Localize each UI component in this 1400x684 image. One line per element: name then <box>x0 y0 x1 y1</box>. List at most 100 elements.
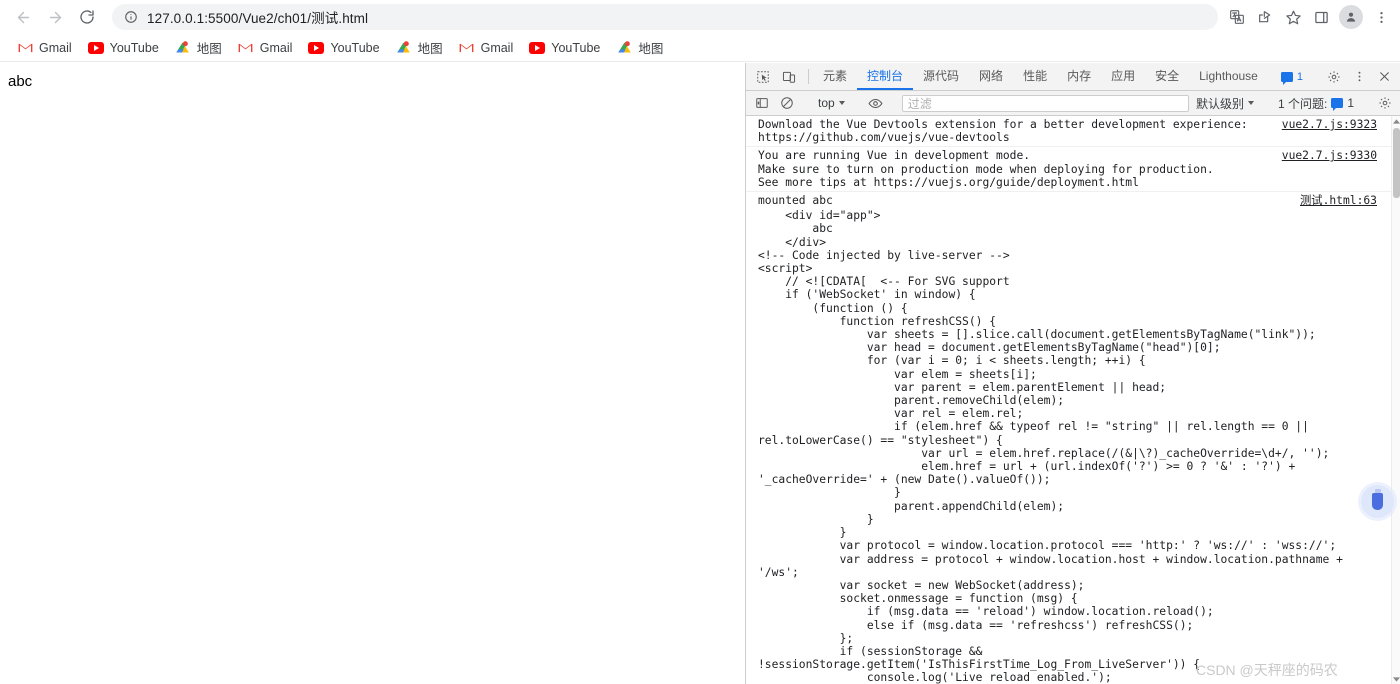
bookmark-label: Gmail <box>259 40 293 55</box>
bookmark-label: Gmail <box>39 40 72 55</box>
translate-icon[interactable] <box>1224 4 1250 30</box>
console-scroll-viewport: Download the Vue Devtools extension for … <box>746 116 1391 684</box>
console-message-source[interactable]: vue2.7.js:9323 <box>1282 118 1391 131</box>
bookmark-label: YouTube <box>109 40 159 55</box>
message-badge-icon <box>1280 71 1293 85</box>
devtools-tabbar: 元素 控制台 源代码 网络 性能 内存 应用 安全 Lighthouse » 1 <box>746 63 1400 91</box>
youtube-icon <box>529 40 546 56</box>
browser-actions <box>1224 4 1400 30</box>
scroll-up-icon[interactable] <box>1392 116 1400 126</box>
youtube-icon <box>87 40 104 56</box>
console-settings-gear-icon[interactable] <box>1374 92 1396 114</box>
bookmark-label: Gmail <box>480 40 514 55</box>
chevron-down-icon <box>838 101 845 105</box>
bookmark-label: 地图 <box>196 42 222 56</box>
maps-icon <box>396 40 412 56</box>
tab-performance[interactable]: 性能 <box>1013 63 1057 90</box>
tab-sources[interactable]: 源代码 <box>913 63 969 90</box>
message-badge-icon <box>1331 98 1344 111</box>
bookmark-item[interactable]: YouTube <box>301 37 386 59</box>
more-tabs-icon[interactable]: » <box>1268 63 1277 90</box>
devtools-more-options-icon[interactable] <box>1348 66 1370 88</box>
bookmark-star-icon[interactable] <box>1280 4 1306 30</box>
console-issues-counter[interactable]: 1 个问题: 1 <box>1273 95 1359 112</box>
maps-icon <box>175 40 191 56</box>
live-expression-eye-icon[interactable] <box>865 92 887 114</box>
console-message-text: mounted abc <box>758 194 833 208</box>
gmail-icon <box>17 40 33 56</box>
side-panel-icon[interactable] <box>1308 4 1334 30</box>
tab-security[interactable]: 安全 <box>1145 63 1189 90</box>
back-button[interactable] <box>8 2 38 32</box>
scrollbar-thumb[interactable] <box>1393 128 1400 198</box>
bookmark-item[interactable]: Gmail <box>10 37 79 59</box>
bookmark-item[interactable]: Gmail <box>231 37 300 59</box>
site-info-icon[interactable] <box>124 10 138 24</box>
issues-badge[interactable]: 1 <box>1276 70 1308 85</box>
reload-button[interactable] <box>72 2 102 32</box>
bookmark-label: 地图 <box>417 42 443 56</box>
forward-button[interactable] <box>40 2 70 32</box>
console-issues-label: 1 个问题: <box>1277 96 1328 111</box>
share-icon[interactable] <box>1252 4 1278 30</box>
console-context-selector[interactable]: top <box>813 96 850 110</box>
console-message-text: You are running Vue in development mode.… <box>758 149 1214 189</box>
bookmarks-bar: Gmail YouTube 地图 Gmail YouTube 地图 Gmail … <box>0 34 1400 62</box>
maps-icon <box>616 40 632 56</box>
browser-toolbar: 127.0.0.1:5500/Vue2/ch01/测试.html <box>0 0 1400 34</box>
console-message-source[interactable]: 测试.html:63 <box>1300 194 1391 207</box>
tab-network[interactable]: 网络 <box>969 63 1013 90</box>
console-message[interactable]: Download the Vue Devtools extension for … <box>746 116 1391 148</box>
page-body-text: abc <box>8 73 33 90</box>
devtools-tabbar-actions: 1 <box>1276 63 1400 90</box>
usb-drive-icon <box>1372 489 1383 510</box>
gmail-icon <box>459 40 475 56</box>
address-bar-url[interactable]: 127.0.0.1:5500/Vue2/ch01/测试.html <box>147 7 368 27</box>
console-message-source[interactable]: vue2.7.js:9330 <box>1282 149 1391 162</box>
console-toolbar: top 过滤 默认级别 1 个问题: 1 <box>746 91 1400 116</box>
device-toolbar-icon[interactable] <box>778 66 800 88</box>
console-log-level-selector[interactable]: 默认级别 <box>1192 95 1258 112</box>
bookmark-item[interactable]: Gmail <box>452 37 521 59</box>
divider <box>808 69 809 84</box>
console-context-value: top <box>818 96 835 110</box>
console-filter-input[interactable]: 过滤 <box>901 94 1189 112</box>
chrome-menu-icon[interactable] <box>1368 4 1394 30</box>
devtools-close-icon[interactable] <box>1373 66 1395 88</box>
bookmark-label: YouTube <box>330 40 380 55</box>
usb-helper-widget[interactable] <box>1361 485 1394 518</box>
scroll-down-icon[interactable] <box>1392 674 1400 684</box>
console-scrollbar[interactable] <box>1391 116 1400 684</box>
bookmark-item[interactable]: 地图 <box>609 35 670 60</box>
console-message[interactable]: You are running Vue in development mode.… <box>746 147 1391 193</box>
bookmark-item[interactable]: YouTube <box>81 37 166 59</box>
console-log-level-value: 默认级别 <box>1195 96 1244 111</box>
clear-console-icon[interactable] <box>776 92 798 114</box>
tab-memory[interactable]: 内存 <box>1057 63 1101 90</box>
console-message[interactable]: mounted abc 测试.html:63 <box>746 192 1391 209</box>
devtools-settings-gear-icon[interactable] <box>1323 66 1345 88</box>
bookmark-label: 地图 <box>638 42 664 56</box>
page-viewport: abc <box>0 63 744 684</box>
bookmark-item[interactable]: YouTube <box>522 37 607 59</box>
console-logged-html-dump: <div id="app"> abc </div> <!-- Code inje… <box>758 209 1343 684</box>
inspect-element-icon[interactable] <box>752 66 774 88</box>
browser-window: 127.0.0.1:5500/Vue2/ch01/测试.html Gmail Y… <box>0 0 1400 684</box>
youtube-icon <box>308 40 325 56</box>
console-message-text: Download the Vue Devtools extension for … <box>758 118 1248 145</box>
profile-avatar[interactable] <box>1339 5 1363 29</box>
address-bar[interactable]: 127.0.0.1:5500/Vue2/ch01/测试.html <box>112 4 1218 30</box>
tab-elements[interactable]: 元素 <box>813 63 857 90</box>
navigation-buttons <box>0 2 102 32</box>
tab-console[interactable]: 控制台 <box>857 63 914 90</box>
devtools-panel: 元素 控制台 源代码 网络 性能 内存 应用 安全 Lighthouse » 1 <box>745 63 1400 684</box>
devtools-tabs: 元素 控制台 源代码 网络 性能 内存 应用 安全 Lighthouse » <box>813 63 1276 90</box>
chevron-down-icon <box>1247 101 1254 105</box>
bookmark-item[interactable]: 地图 <box>168 35 229 60</box>
bookmark-item[interactable]: 地图 <box>389 35 450 60</box>
tab-application[interactable]: 应用 <box>1101 63 1145 90</box>
console-sidebar-toggle-icon[interactable] <box>751 92 773 114</box>
console-issues-count: 1 <box>1347 96 1354 110</box>
issues-badge-count: 1 <box>1296 70 1303 83</box>
tab-lighthouse[interactable]: Lighthouse <box>1189 63 1268 90</box>
